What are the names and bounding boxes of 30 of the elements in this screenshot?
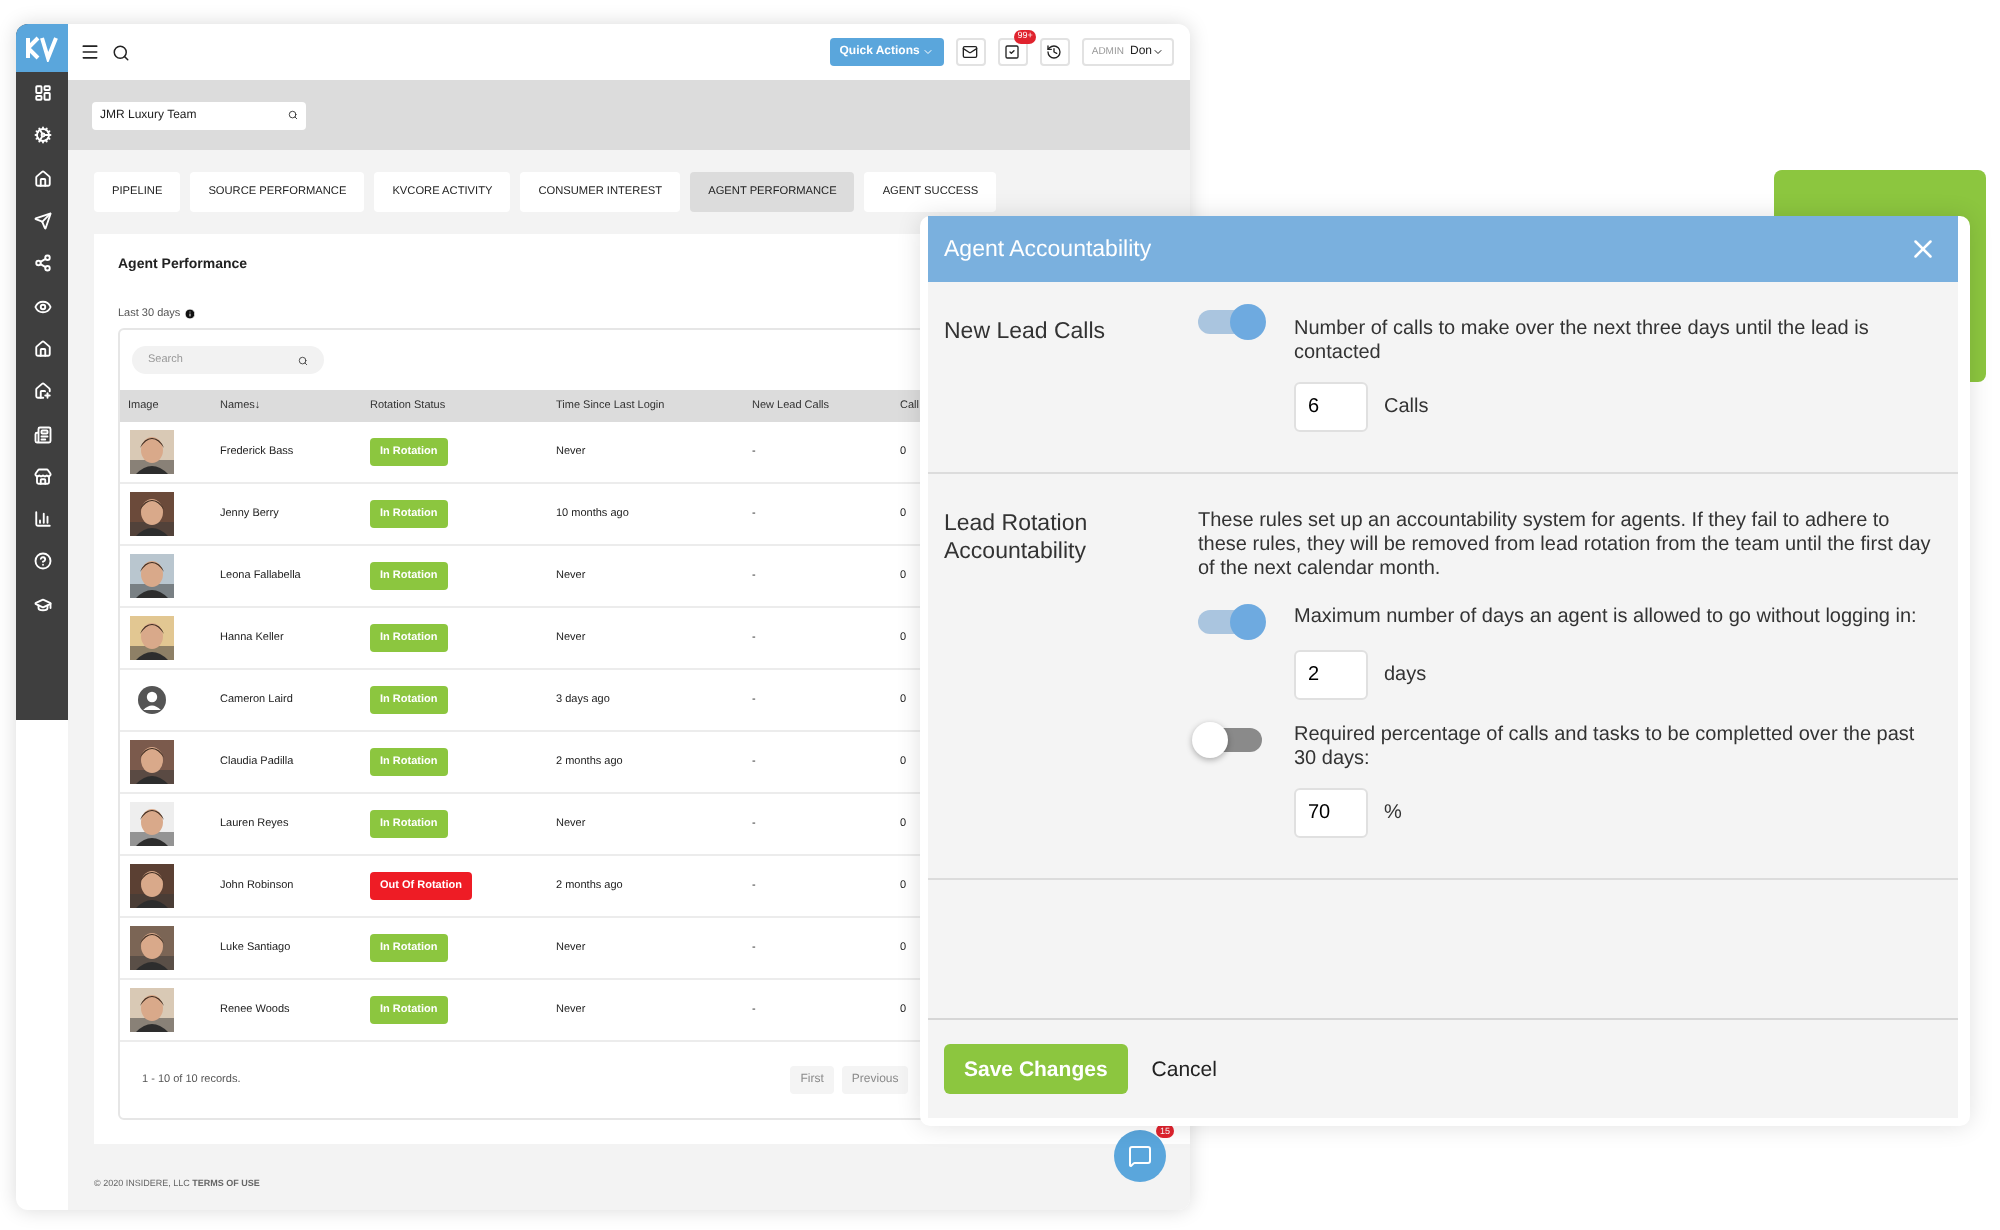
toggle-switch[interactable] xyxy=(1198,310,1262,334)
unit-label: % xyxy=(1384,802,1402,824)
menu-icon[interactable] xyxy=(80,42,100,62)
section-label: New Lead Calls xyxy=(944,318,1108,348)
modal-title: Agent Accountability xyxy=(944,237,1152,261)
number-input[interactable]: 6 xyxy=(1294,382,1368,432)
info-icon[interactable] xyxy=(184,308,197,320)
section-description: These rules set up an accountability system for agents. If they fail to adhere to these rules, they will be removed from lead rotation from the team until the first day of the next calendar month. xyxy=(1198,510,1933,582)
rule-text: Maximum number of days an agent is allowed to go without logging in: xyxy=(1294,606,1919,632)
unit-label: Calls xyxy=(1384,396,1429,418)
mail-button[interactable] xyxy=(955,38,986,66)
search-icon xyxy=(288,110,298,120)
number-input[interactable]: 70 xyxy=(1294,788,1368,838)
cancel-button[interactable]: Cancel xyxy=(1151,1057,1217,1081)
history-button[interactable] xyxy=(1039,38,1070,66)
unit-label: days xyxy=(1384,664,1427,686)
section-label: Lead Rotation Accountability xyxy=(944,510,1090,569)
rule-text: Number of calls to make over the next three days until the lead is contacted xyxy=(1294,318,1871,366)
chat-icon xyxy=(1128,1144,1152,1168)
checkbox-icon xyxy=(1004,44,1021,60)
history-icon xyxy=(1046,44,1063,60)
search-icon[interactable] xyxy=(112,43,130,61)
caret-icon xyxy=(921,46,934,58)
rule-text: Required percentage of calls and tasks to be completted over the past 30 days: xyxy=(1294,724,1917,772)
mail-icon xyxy=(962,44,979,60)
search-icon xyxy=(298,355,308,365)
toggle-switch[interactable] xyxy=(1198,728,1262,752)
toggle-switch[interactable] xyxy=(1198,610,1262,634)
number-input[interactable]: 2 xyxy=(1294,650,1368,700)
caret-icon xyxy=(1152,46,1164,58)
